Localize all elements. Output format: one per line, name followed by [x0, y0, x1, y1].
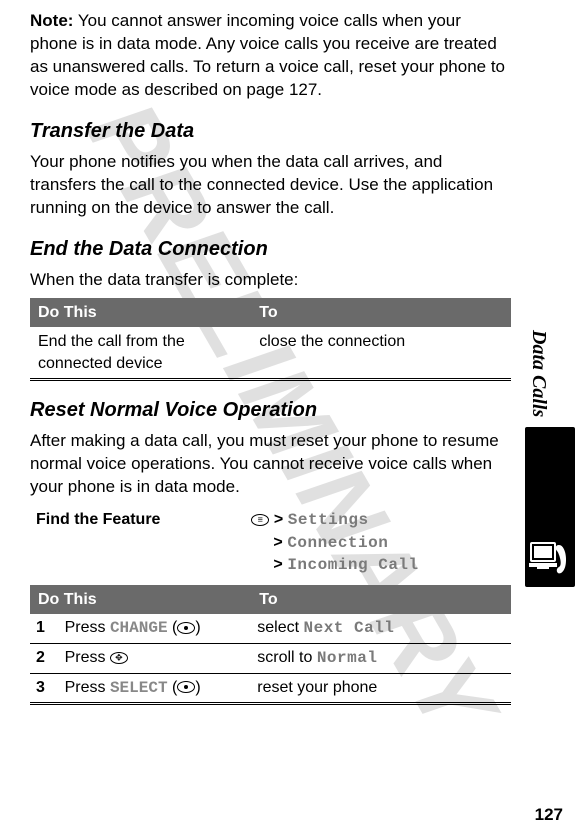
- side-chapter-label: Data Calls: [525, 330, 552, 427]
- press-label: Press: [65, 649, 110, 666]
- body-end-connection: When the data transfer is complete:: [30, 269, 511, 292]
- step-action: Press CHANGE (): [59, 614, 252, 643]
- step-row-1: 1 Press CHANGE () select Next Call: [30, 614, 511, 643]
- path-sep: >: [273, 534, 283, 552]
- cell-do-this: End the call from the connected device: [30, 327, 251, 380]
- path-connection: Connection: [287, 534, 388, 552]
- step-action: Press: [59, 644, 252, 674]
- note-paragraph: Note: You cannot answer incoming voice c…: [30, 10, 511, 102]
- body-transfer-data: Your phone notifies you when the data ca…: [30, 151, 511, 220]
- open-paren: (: [168, 619, 178, 636]
- path-sep: >: [274, 511, 284, 529]
- th-do-this: Do This: [30, 585, 251, 615]
- menu-icon: [251, 514, 269, 526]
- find-feature-path: > Settings > Connection > Incoming Call: [251, 509, 511, 577]
- step-action: Press SELECT (): [59, 673, 252, 704]
- heading-end-connection: End the Data Connection: [30, 236, 511, 263]
- note-label: Note:: [30, 11, 73, 30]
- result-next-call: Next Call: [303, 619, 394, 637]
- step-result: select Next Call: [251, 614, 511, 643]
- open-paren: (: [168, 679, 178, 696]
- path-incoming-call: Incoming Call: [287, 556, 418, 574]
- result-pre: select: [257, 619, 303, 636]
- result-normal: Normal: [317, 649, 378, 667]
- path-settings: Settings: [288, 511, 369, 529]
- th-to: To: [251, 298, 511, 328]
- press-label: Press: [65, 679, 110, 696]
- path-sep: >: [273, 556, 283, 574]
- nav-key-icon: [110, 652, 128, 664]
- body-reset-voice: After making a data call, you must reset…: [30, 430, 511, 499]
- step-number: 2: [30, 644, 59, 674]
- find-feature-label: Find the Feature: [30, 509, 251, 577]
- step-result: scroll to Normal: [251, 644, 511, 674]
- side-tab: Data Calls: [525, 330, 575, 587]
- step-row-2: 2 Press scroll to Normal: [30, 644, 511, 674]
- press-label: Press: [65, 619, 110, 636]
- dot-key-icon: [177, 622, 195, 634]
- close-paren: ): [195, 679, 200, 696]
- table-row: End the call from the connected device c…: [30, 327, 511, 380]
- softkey-select: SELECT: [110, 679, 168, 697]
- note-body: You cannot answer incoming voice calls w…: [30, 11, 505, 99]
- table-end-connection: Do This To End the call from the connect…: [30, 298, 511, 382]
- step-result: reset your phone: [251, 673, 511, 704]
- result-pre: reset your phone: [257, 679, 377, 696]
- step-number: 1: [30, 614, 59, 643]
- heading-reset-voice: Reset Normal Voice Operation: [30, 397, 511, 424]
- step-row-3: 3 Press SELECT () reset your phone: [30, 673, 511, 704]
- table-steps: Do This To 1 Press CHANGE () select Next…: [30, 585, 511, 705]
- dot-key-icon: [177, 681, 195, 693]
- find-the-feature: Find the Feature > Settings > Connection…: [30, 509, 511, 577]
- result-pre: scroll to: [257, 649, 317, 666]
- heading-transfer-data: Transfer the Data: [30, 118, 511, 145]
- side-tab-icon-block: [525, 427, 575, 587]
- close-paren: ): [195, 619, 200, 636]
- computer-phone-icon: [529, 539, 571, 579]
- cell-to: close the connection: [251, 327, 511, 380]
- th-to: To: [251, 585, 511, 615]
- page-number: 127: [535, 804, 563, 827]
- softkey-change: CHANGE: [110, 619, 168, 637]
- th-do-this: Do This: [30, 298, 251, 328]
- step-number: 3: [30, 673, 59, 704]
